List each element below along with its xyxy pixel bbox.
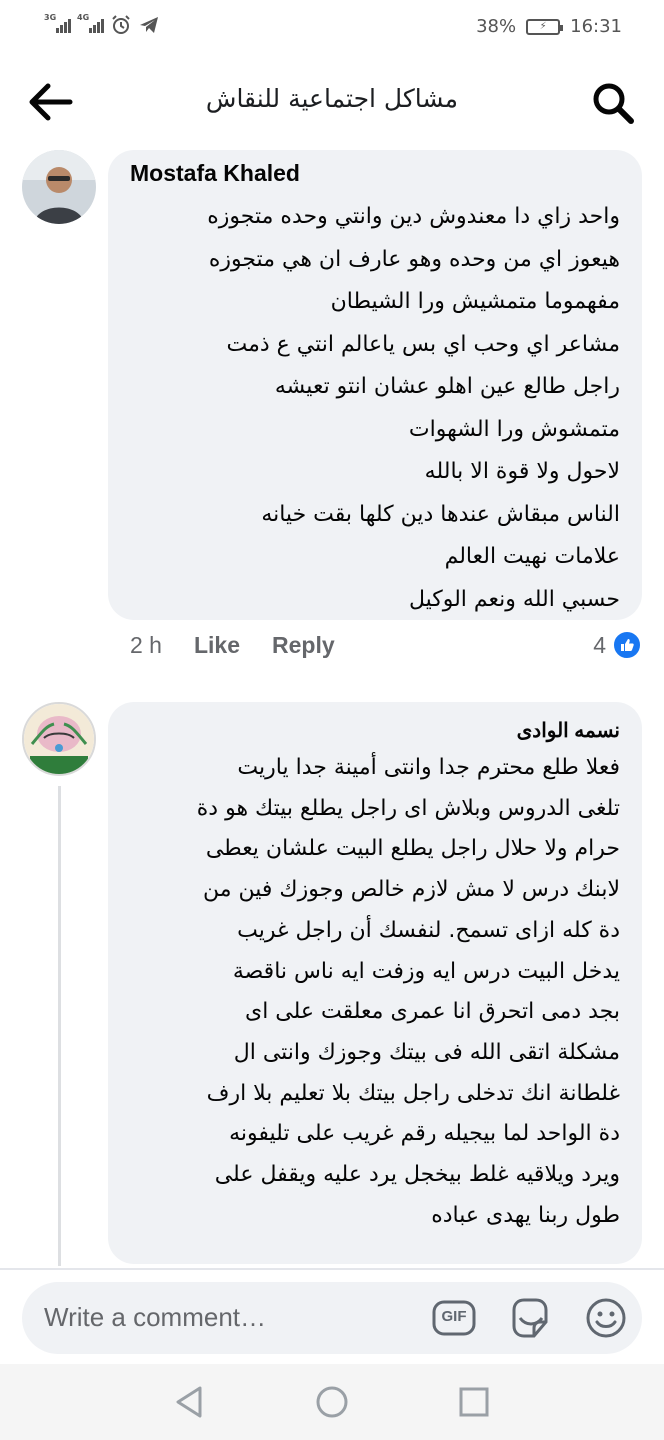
nav-home-button[interactable] — [314, 1384, 350, 1420]
comment-text: واحد زاي دا معندوش دين وانتي وحده متجوزه… — [207, 196, 620, 621]
gif-button[interactable]: GIF — [432, 1296, 476, 1340]
thumbs-up-icon — [612, 630, 642, 660]
signal-3g-icon: 3G — [44, 13, 71, 33]
comment-bubble: Mostafa Khaled واحد زاي دا معندوش دين وا… — [108, 150, 642, 620]
telegram-icon — [140, 17, 158, 33]
emoji-icon — [586, 1298, 626, 1338]
arrow-left-icon — [29, 83, 73, 121]
comment-time: 2 h — [130, 632, 162, 658]
comment-bubble: نسمه الوادى فعلا طلع محترم جدا وانتى أمي… — [108, 702, 642, 1264]
battery-charging-icon: ⚡ — [526, 18, 564, 35]
comment-line: راجل طالع عين اهلو عشان انتو تعيشه — [274, 374, 620, 399]
profile-photo-icon — [22, 150, 96, 224]
comment-line: لاحول ولا قوة الا بالله — [424, 459, 620, 484]
nav-recents-button[interactable] — [456, 1384, 492, 1420]
network-type-label: 4G — [77, 13, 90, 22]
comment-line: تلغى الدروس وبلاش اى راجل يطلع بيتك هو د… — [196, 795, 620, 821]
signal-4g-icon: 4G — [77, 13, 104, 33]
comment-line: لابنك درس لا مش لازم خالص وجوزك فين من — [203, 877, 620, 903]
comment-input[interactable]: Write a comment… GIF — [22, 1282, 642, 1354]
comment-author[interactable]: Mostafa Khaled — [130, 160, 300, 187]
status-left: 3G 4G — [44, 13, 160, 36]
comment-line: ويرد ويلاقيه غلط بيخجل يرد عليه ويقفل عل… — [214, 1162, 620, 1188]
battery-percent: 38% — [476, 16, 517, 37]
reaction-summary[interactable]: 4 — [593, 630, 642, 660]
comment-text: فعلا طلع محترم جدا وانتى أمينة جدا ياريت… — [197, 748, 620, 1236]
system-nav-bar — [0, 1364, 664, 1440]
sticker-button[interactable] — [508, 1296, 552, 1340]
thread-line — [58, 786, 61, 1266]
comment-line: هيعوز اي من وحده وهو عارف ان هي متجوزه — [208, 246, 620, 272]
nav-back-button[interactable] — [172, 1384, 208, 1420]
status-right: 38% ⚡ 16:31 — [476, 16, 622, 37]
sticker-icon — [512, 1298, 548, 1338]
comment-composer-bar: Write a comment… GIF — [0, 1268, 664, 1364]
search-icon — [593, 83, 634, 124]
page-title: مشاكل اجتماعية للنقاش — [205, 84, 459, 113]
square-recents-icon — [459, 1387, 489, 1417]
search-button[interactable] — [590, 80, 636, 126]
comment-line: حرام ولا حلال راجل يطلع البيت علشان يعطى — [205, 836, 620, 862]
comment-line: دة الواحد لما بيجيله رقم غريب على تليفون… — [229, 1121, 620, 1147]
comment-line: طول ربنا يهدى عباده — [431, 1202, 620, 1228]
like-button[interactable]: Like — [194, 632, 240, 659]
reply-button[interactable]: Reply — [272, 632, 335, 659]
circle-home-icon — [316, 1386, 348, 1418]
comment-line: الناس مبقاش عندها دين كلها بقت خيانه — [261, 501, 620, 527]
comment-line: دة كله ازاى تسمح. لنفسك أن راجل غريب — [237, 917, 620, 943]
comment-line: واحد زاي دا معندوش دين وانتي وحده متجوزه — [207, 204, 620, 229]
clock: 16:31 — [570, 16, 622, 37]
triangle-back-icon — [176, 1386, 202, 1418]
header: مشاكل اجتماعية للنقاش — [0, 62, 664, 142]
network-type-label: 3G — [44, 13, 57, 22]
comment-input-placeholder: Write a comment… — [44, 1302, 267, 1332]
comment-line: متمشوش ورا الشهوات — [408, 416, 620, 442]
comment-line: علامات نهيت العالم — [444, 544, 620, 569]
profile-photo-icon — [24, 704, 94, 774]
comment-line: مشاعر اي وحب اي بس ياعالم انتي ع ذمت — [226, 331, 620, 357]
gif-label: GIF — [441, 1308, 467, 1325]
emoji-button[interactable] — [584, 1296, 628, 1340]
comment-line: بجد دمى اتحرق انا عمرى معلقت على اى — [244, 999, 620, 1025]
comment-actions: 2 h Like Reply — [130, 632, 335, 659]
reaction-count: 4 — [593, 631, 606, 658]
comment-line: مشكلة اتقى الله فى بيتك وجوزك وانتى ال — [233, 1039, 620, 1065]
comment-author[interactable]: نسمه الوادى — [493, 718, 620, 743]
comment-line: يدخل البيت درس ايه وزفت ايه ناس ناقصة — [232, 958, 620, 984]
comment-line: غلطانة انك تدخلى راجل بيتك بلا تعليم بلا… — [206, 1080, 620, 1106]
comment-line: حسبي الله ونعم الوكيل — [408, 586, 620, 612]
back-button[interactable] — [26, 80, 76, 124]
avatar[interactable] — [22, 702, 96, 776]
comment-line: مفهموما متمشيش ورا الشيطان — [330, 289, 620, 314]
avatar[interactable] — [22, 150, 96, 224]
comment-line: فعلا طلع محترم جدا وانتى أمينة جدا ياريت — [237, 755, 620, 780]
alarm-icon — [112, 15, 130, 34]
status-bar: 3G 4G 38% ⚡ 16:31 — [0, 0, 664, 56]
